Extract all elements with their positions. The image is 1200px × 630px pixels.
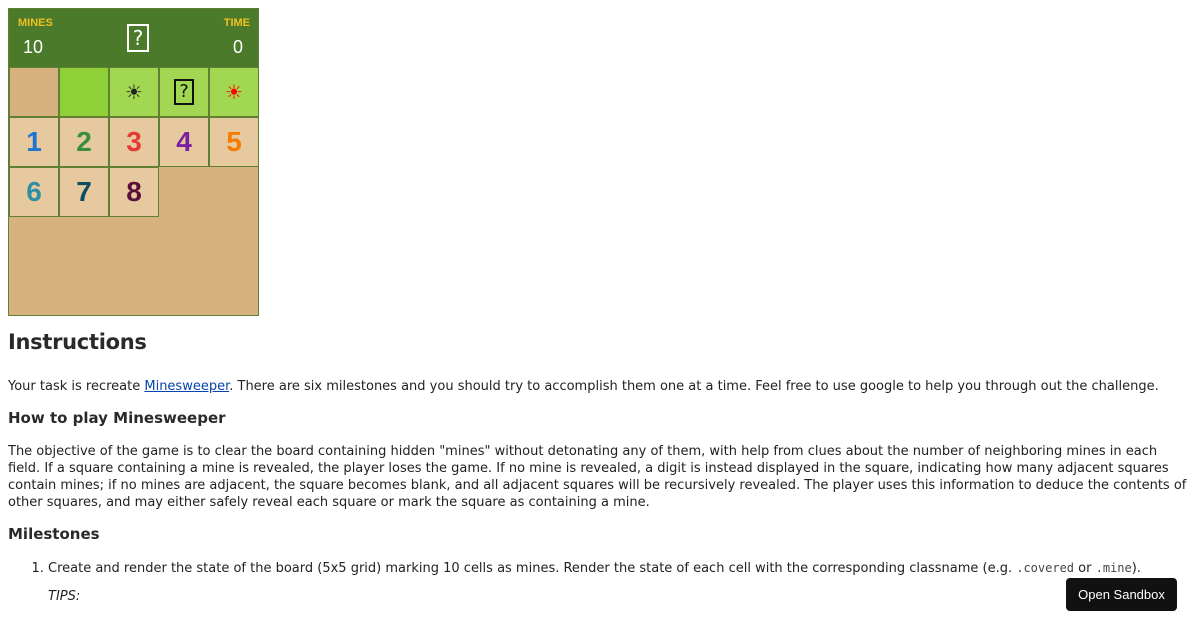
reset-face-button[interactable]: ? [127,24,149,52]
time-counter: 0 [232,37,243,57]
grid-cell-mine[interactable]: ☀ [109,67,159,117]
grid-cell-blank[interactable] [9,67,59,117]
milestone-item: Create and render the state of the board… [48,560,1192,577]
instructions-content: Instructions Your task is recreate Mines… [8,330,1192,604]
tips-label: TIPS: [48,589,81,604]
code-mine: .mine [1095,561,1132,575]
mines-counter: 10 [23,37,44,57]
intro-text-rest: . There are six milestones and you shoul… [229,379,1159,394]
grid-cell-number[interactable]: 2 [59,117,109,167]
open-sandbox-button[interactable]: Open Sandbox [1066,578,1177,611]
intro-text: Your task is recreate [8,379,145,394]
intro-paragraph: Your task is recreate Minesweeper. There… [8,378,1192,395]
question-icon: ? [174,79,194,105]
minesweeper-link[interactable]: Minesweeper [144,379,229,394]
grid-cell-mine-exploded[interactable]: ☀ [209,67,259,117]
milestone-text-end: ). [1131,561,1141,576]
grid-cell-number[interactable]: 6 [9,167,59,217]
grid-cell-number[interactable]: 3 [109,117,159,167]
grid-cell-unknown[interactable]: ? [159,67,209,117]
grid-cell-covered[interactable] [59,67,109,117]
grid-cell-number[interactable]: 5 [209,117,259,167]
code-covered: .covered [1016,561,1075,575]
grid-cell-number[interactable]: 1 [9,117,59,167]
how-to-play-text: The objective of the game is to clear th… [8,444,1187,510]
grid-cell-number[interactable]: 8 [109,167,159,217]
page-title: Instructions [8,330,147,354]
exploded-mine-icon: ☀ [225,80,243,104]
minesweeper-board: MINES 10 ? TIME 0 ☀ ? ☀ 1 2 3 4 5 6 7 8 [8,8,259,316]
milestones-heading: Milestones [8,525,100,543]
milestone-text-or: or [1074,561,1096,576]
milestone-text: Create and render the state of the board… [48,561,1017,576]
grid-cell-number[interactable]: 7 [59,167,109,217]
mine-icon: ☀ [125,80,143,104]
how-to-play-heading: How to play Minesweeper [8,409,226,427]
mines-label: MINES [18,17,53,29]
grid-cell-number[interactable]: 4 [159,117,209,167]
board-header: MINES 10 ? TIME 0 [9,9,258,67]
time-label: TIME [223,17,250,29]
milestones-list: Create and render the state of the board… [8,560,1192,577]
